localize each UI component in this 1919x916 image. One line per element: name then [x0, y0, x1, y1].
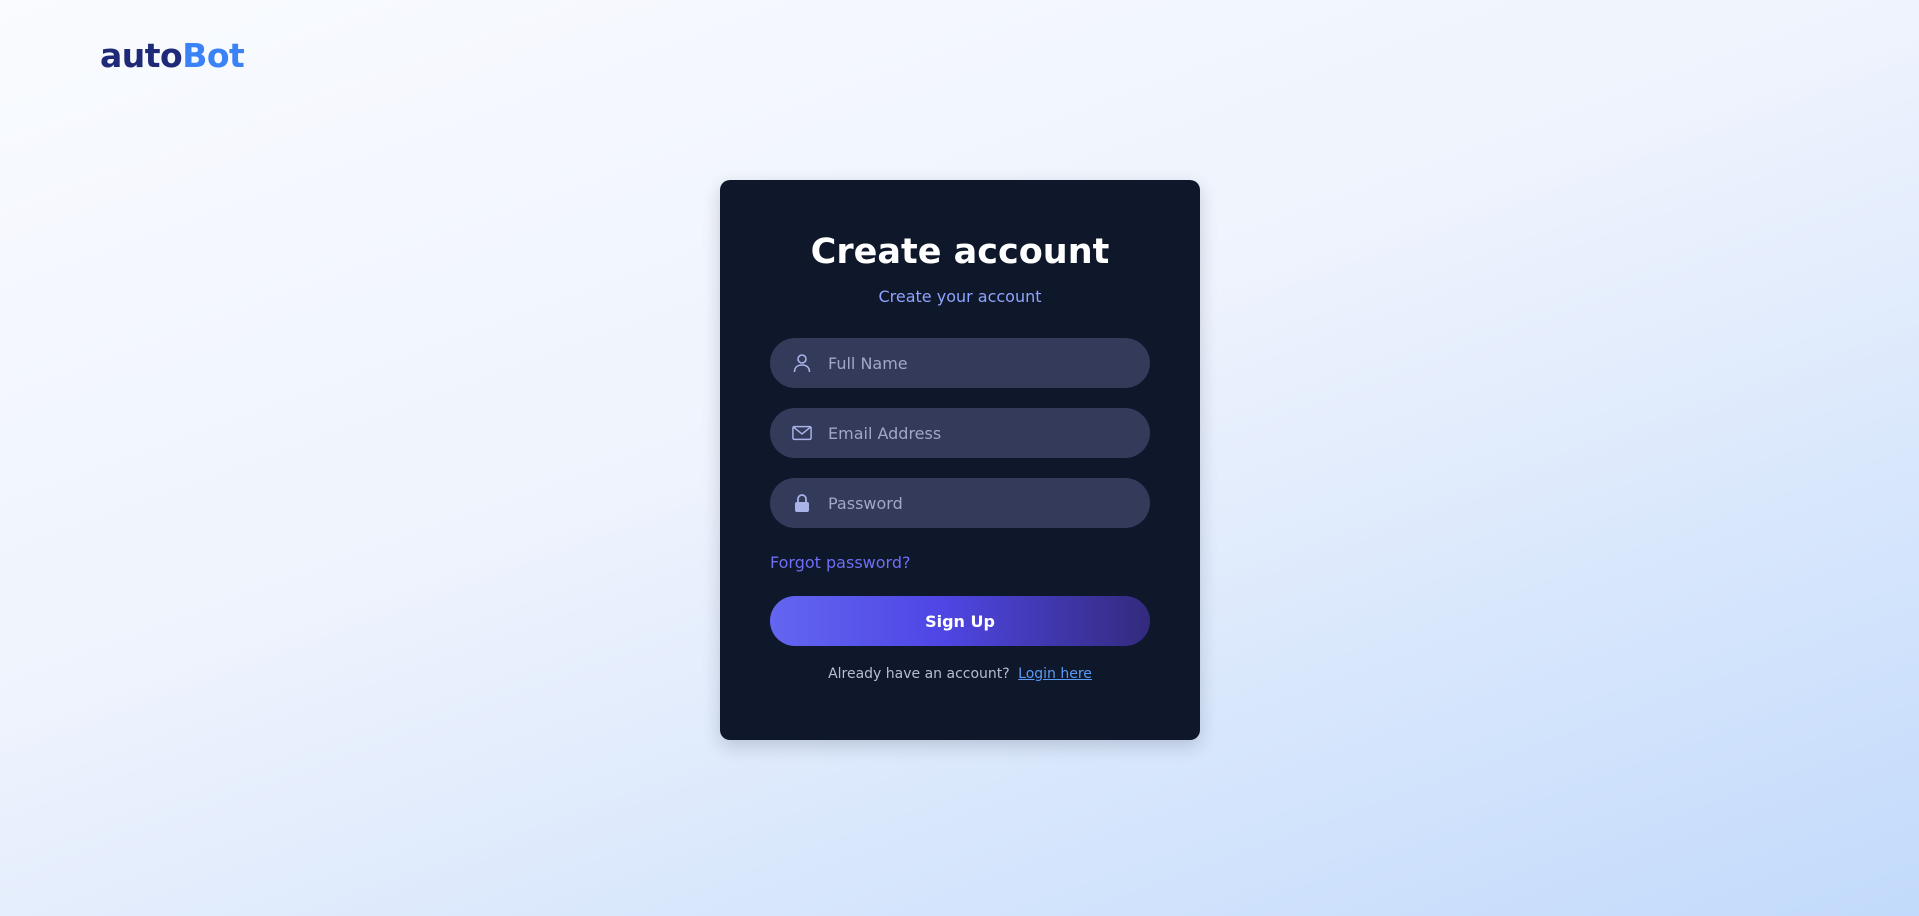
full-name-field[interactable]: [770, 338, 1150, 388]
sign-up-button[interactable]: Sign Up: [770, 596, 1150, 646]
page-subtitle: Create your account: [878, 287, 1042, 306]
brand-logo[interactable]: autoBot: [100, 36, 245, 75]
mail-icon: [792, 423, 812, 443]
login-prompt-text: Already have an account?: [828, 666, 1010, 682]
login-prompt: Already have an account? Login here: [770, 666, 1150, 682]
page-title: Create account: [810, 232, 1110, 272]
full-name-input[interactable]: [826, 352, 1128, 374]
brand-logo-part1: auto: [100, 36, 183, 75]
user-icon: [792, 353, 812, 373]
email-field[interactable]: [770, 408, 1150, 458]
email-input[interactable]: [826, 422, 1128, 444]
brand-logo-part2: Bot: [182, 36, 245, 75]
lock-icon: [792, 493, 812, 513]
forgot-password-link[interactable]: Forgot password?: [770, 552, 910, 574]
signup-card: Create account Create your account Full …: [720, 180, 1200, 740]
password-input[interactable]: [826, 492, 1128, 514]
login-link[interactable]: Login here: [1018, 666, 1092, 682]
password-field[interactable]: [770, 478, 1150, 528]
